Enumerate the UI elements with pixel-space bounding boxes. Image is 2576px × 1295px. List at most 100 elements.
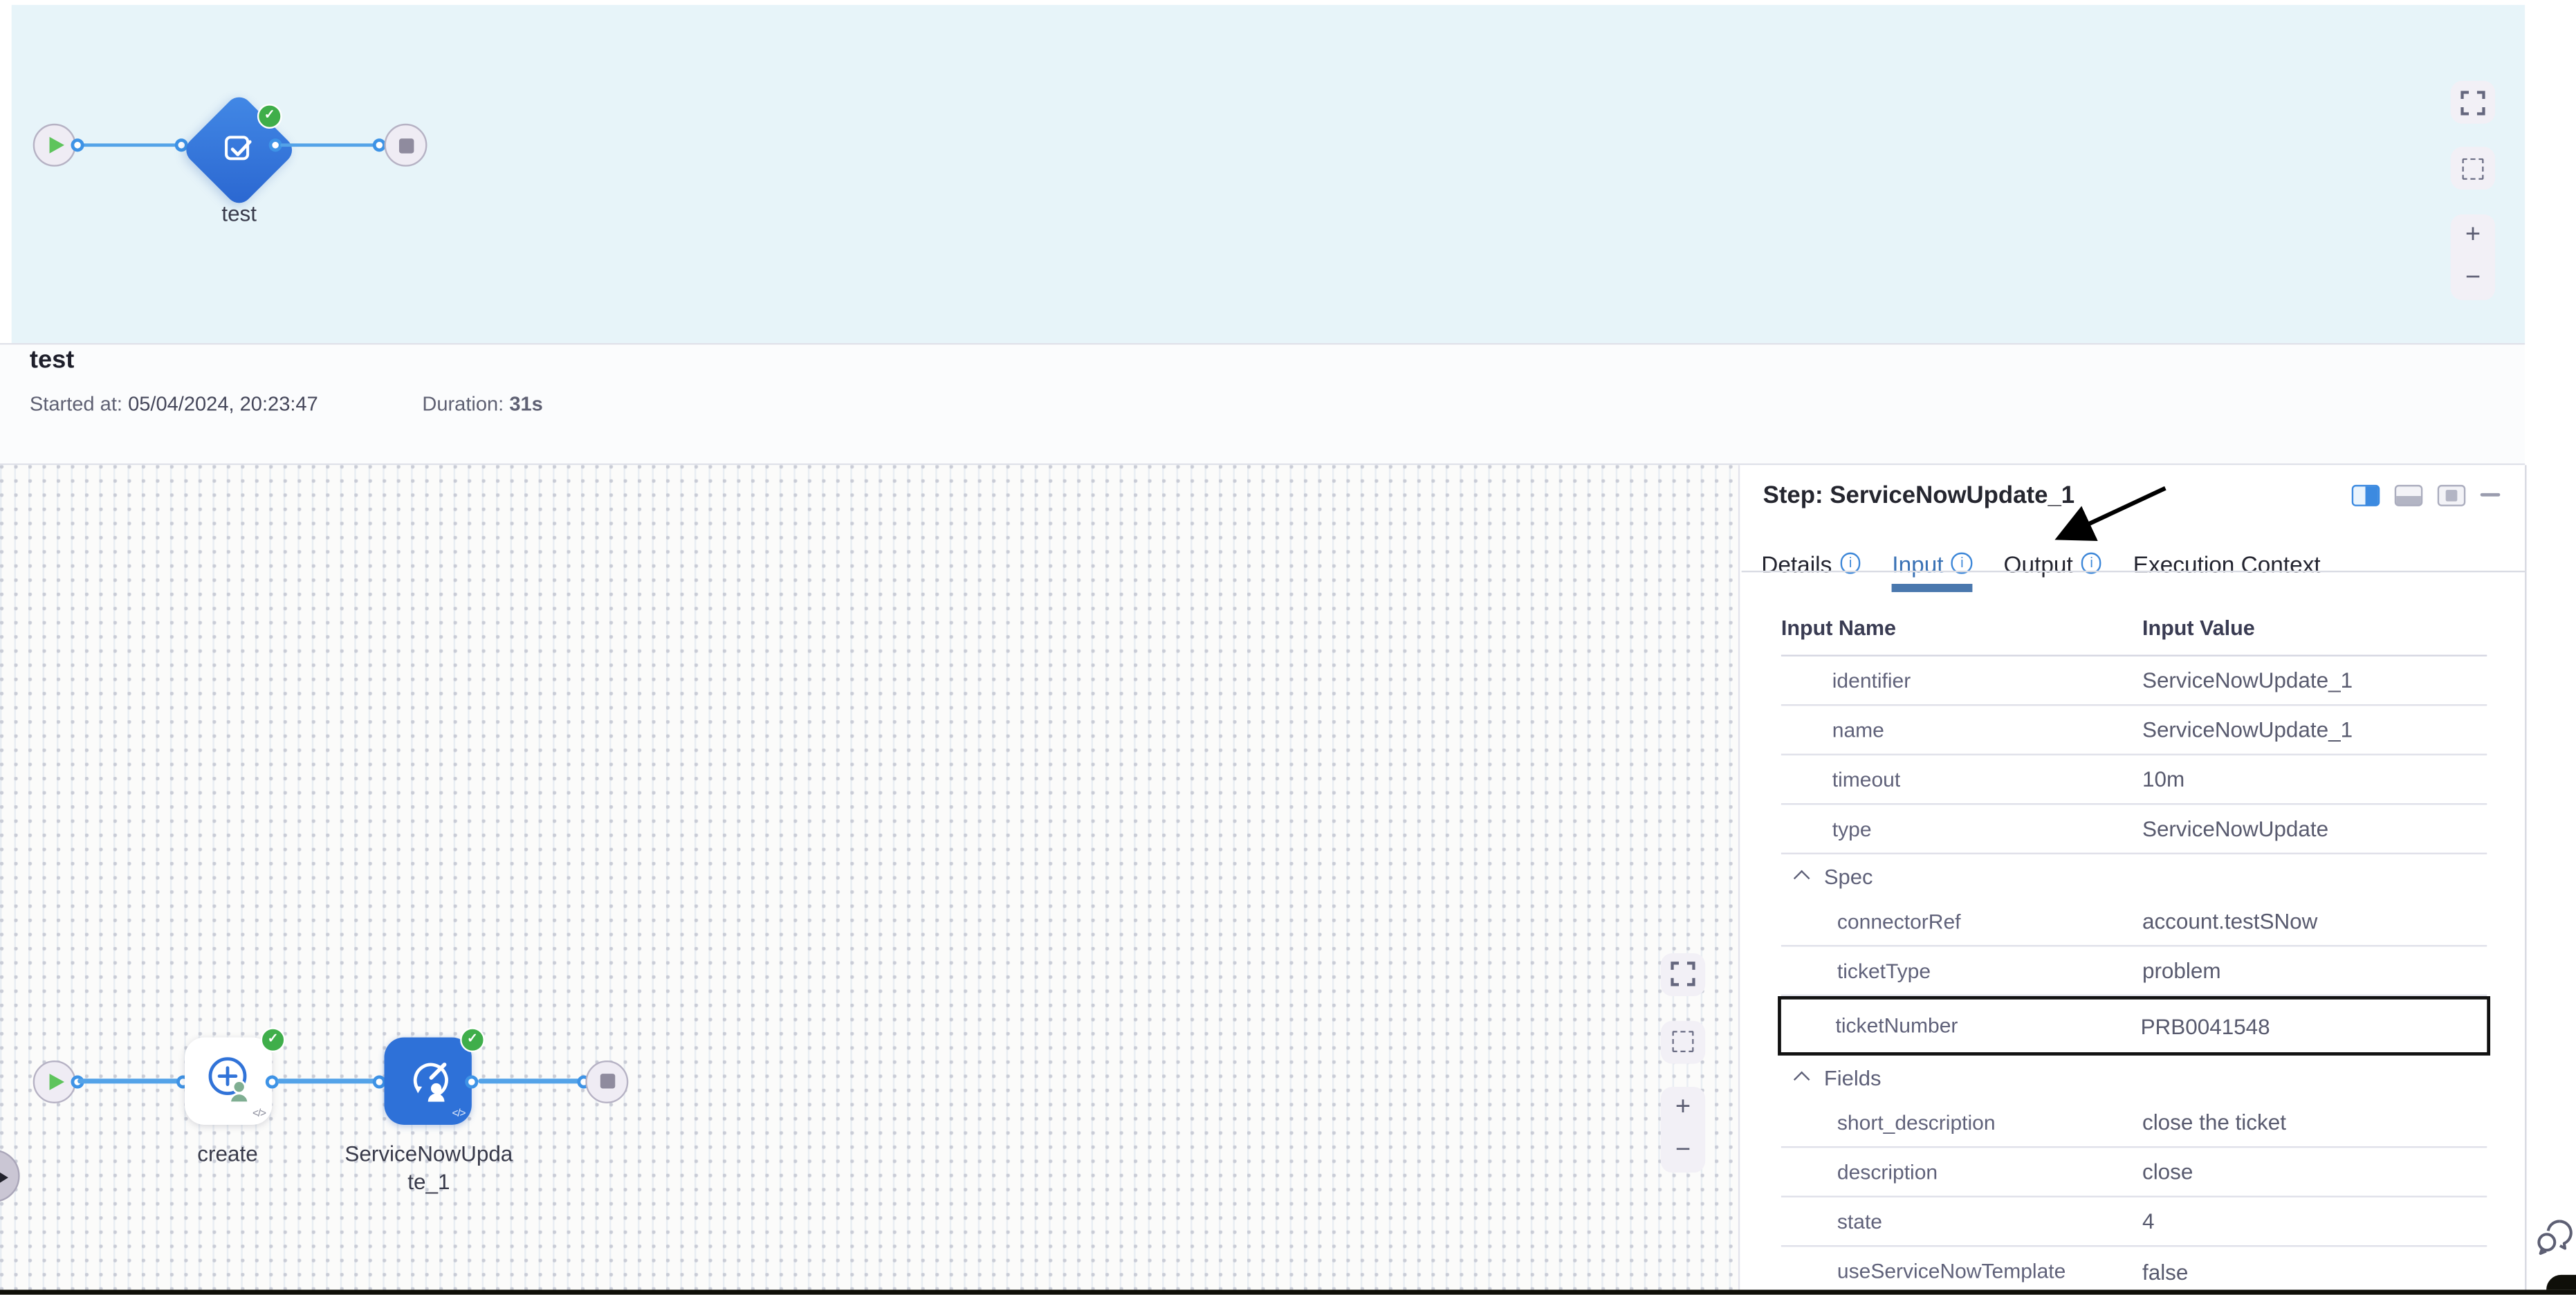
duration-value: 31s [509,392,543,415]
fullscreen-button[interactable] [1661,953,1705,995]
run-title: test [30,347,74,375]
split-view-icon[interactable] [2352,484,2380,506]
marquee-select-button[interactable] [1661,1020,1705,1063]
edge [77,143,186,147]
row-label: ticketNumber [1836,1014,1958,1037]
annotation-arrow [1905,477,2252,576]
row-value: PRB0041548 [2141,1013,2270,1038]
minimize-icon[interactable] [2481,493,2501,497]
step-label-create: create [162,1139,294,1167]
row-value: 4 [2142,1209,2155,1234]
row-value: close [2142,1159,2193,1184]
success-check-badge: ✓ [460,1027,485,1051]
table-row-short-description: short_description close the ticket [1781,1099,2487,1148]
chat-bubbles-icon [2533,1215,2575,1257]
execution-canvas[interactable]: </> ✓ </> ✓ create ServiceNowUpdate_1 [0,464,1738,1289]
pipeline-end-node[interactable] [385,124,427,167]
section-label: Fields [1824,1065,1882,1090]
row-label: state [1837,1210,1882,1233]
table-row-type: type ServiceNowUpdate [1781,805,2487,854]
chevron-up-icon[interactable] [1794,1072,1810,1088]
bottom-edge [0,1289,2576,1295]
row-value: account.testSNow [2142,909,2317,934]
help-chat-button[interactable] [2533,1215,2575,1265]
zoom-controls: + − [2451,214,2495,300]
step-label-servicenowupdate: ServiceNowUpdate_1 [343,1139,515,1195]
row-value: ServiceNowUpdate_1 [2142,668,2353,693]
table-row-useservicenowtemplate: useServiceNowTemplatefalse [1781,1247,2487,1295]
row-value: false [2142,1259,2188,1284]
run-header [0,344,2525,463]
step-node-create[interactable]: </> [185,1036,272,1123]
row-label: name [1832,718,1884,741]
servicenow-update-icon [403,1056,453,1105]
row-label: ticketType [1837,959,1931,982]
table-row-identifier: identifier ServiceNowUpdate_1 [1781,656,2487,706]
table-header: Input Name Input Value [1781,571,2487,656]
fullscreen-button[interactable] [2451,81,2495,124]
pipeline-canvas[interactable]: ✓ test + − [12,5,2525,343]
table-row-connectorref: connectorRef account.testSNow [1781,897,2487,947]
step-node-servicenowupdate[interactable]: </> [385,1036,472,1123]
row-value: ServiceNowUpdate_1 [2142,717,2353,742]
row-value: close the ticket [2142,1110,2286,1135]
started-value: 05/04/2024, 20:23:47 [128,392,318,415]
table-body: identifierServiceNowUpdate_1nameServiceN… [1781,656,2487,1295]
edge [280,143,386,147]
app-root: ✓ test + − test Started at: 05/04/2024, … [0,0,2576,1295]
marquee-select-icon [1673,1031,1694,1052]
section-label: Spec [1824,863,1873,888]
duration-label: Duration: [422,392,504,415]
stop-icon [600,1074,614,1088]
servicenow-create-icon [201,1054,257,1106]
divider [2525,464,2526,1289]
table-row-timeout: timeout 10m [1781,755,2487,805]
success-check-badge: ✓ [257,104,282,129]
table-row-state: state 4 [1781,1197,2487,1247]
row-value: 10m [2142,767,2184,792]
stage-label: test [162,199,317,228]
approval-stage-icon [221,132,257,168]
started-label: Started at: [30,392,122,415]
row-label: short_description [1837,1111,1996,1134]
row-value: problem [2142,958,2221,983]
row-label: timeout [1832,768,1900,791]
input-table: Input Name Input Value identifier Service… [1781,571,2487,1295]
run-duration: Duration: 31s [422,392,542,415]
row-label: type [1832,817,1872,840]
edge-port[interactable] [71,138,84,151]
run-started: Started at: 05/04/2024, 20:23:47 [30,392,318,415]
stop-icon [398,138,413,152]
marquee-select-icon [2462,158,2483,179]
zoom-out-button[interactable]: − [1661,1129,1705,1172]
panel-window-controls [2352,484,2501,506]
edge [77,1079,183,1083]
exec-start-node[interactable] [33,1060,76,1103]
row-label: connectorRef [1837,910,1961,933]
play-icon [50,1073,64,1090]
edge-port[interactable] [465,1074,478,1087]
table-row-name: name ServiceNowUpdate_1 [1781,706,2487,755]
chevron-up-icon[interactable] [1794,870,1810,887]
table-row-ticketnumber: ticketNumber PRB0041548 [1778,996,2490,1056]
code-glyph: </> [452,1108,465,1119]
row-value: ServiceNowUpdate [2142,816,2328,841]
pipeline-start-node[interactable] [33,124,76,167]
row-label: description [1837,1160,1938,1183]
code-glyph: </> [252,1108,266,1119]
bottom-panel-view-icon[interactable] [2395,484,2423,506]
marquee-select-button[interactable] [2451,147,2495,190]
table-row-tickettype: ticketType problem [1781,946,2487,996]
play-icon [50,137,64,154]
center-panel-view-icon[interactable] [2438,484,2466,506]
exec-end-node[interactable] [585,1060,628,1103]
section-fields[interactable]: Fields [1781,1056,2487,1099]
edge [478,1079,584,1083]
zoom-in-button[interactable]: + [1661,1086,1705,1129]
table-row-description: description close [1781,1148,2487,1197]
zoom-out-button[interactable]: − [2451,257,2495,300]
section-spec[interactable]: Spec [1781,854,2487,897]
zoom-in-button[interactable]: + [2451,214,2495,257]
row-label: identifier [1832,669,1911,692]
window-corner [2546,1275,2576,1289]
